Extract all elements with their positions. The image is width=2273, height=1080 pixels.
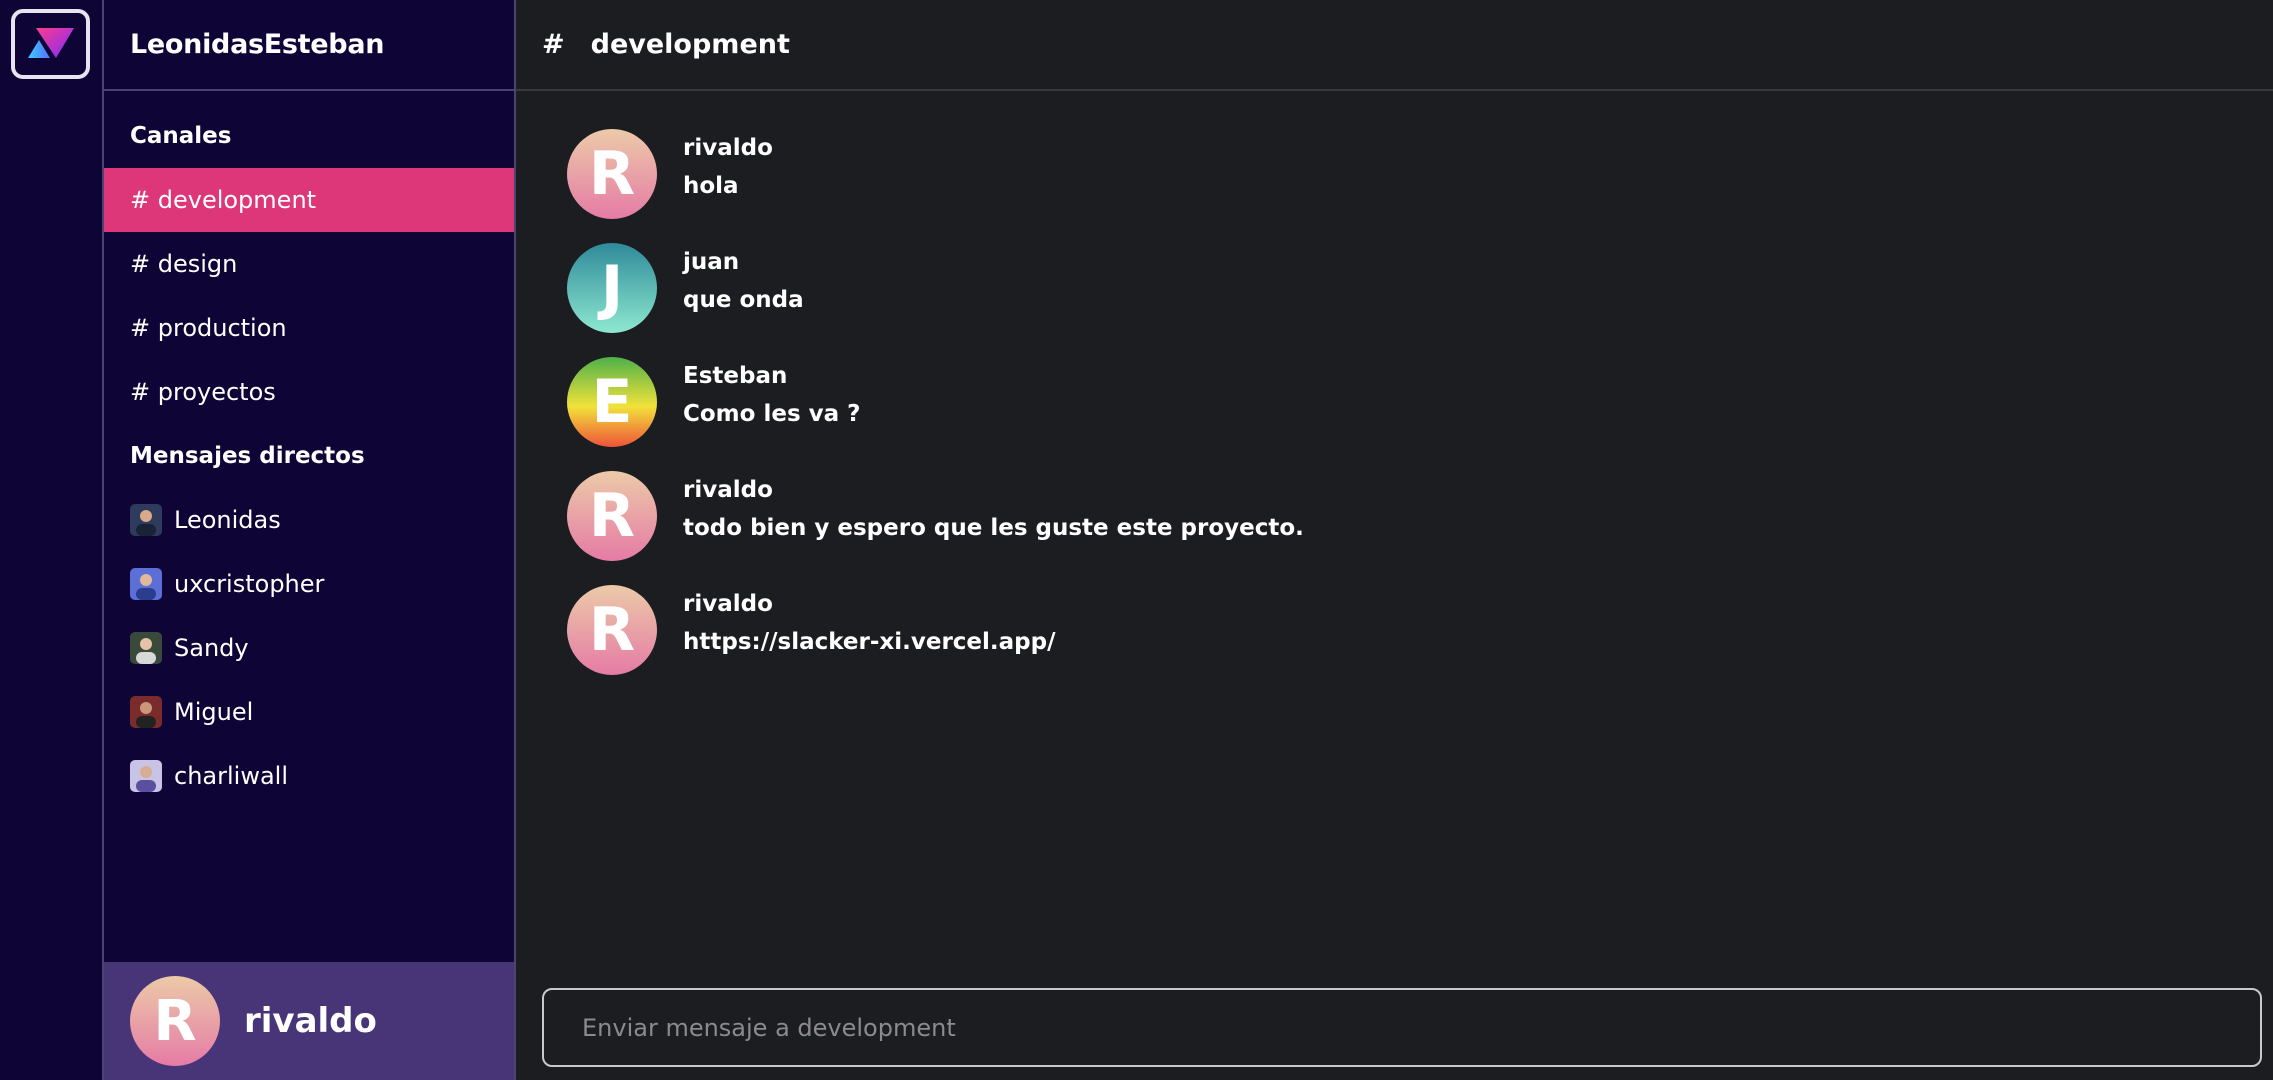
channels-section-title: Canales (130, 123, 232, 149)
message-list: R rivaldo hola J juan que onda E Esteban… (516, 91, 2273, 699)
message-composer (542, 988, 2262, 1067)
avatar: R (567, 471, 657, 561)
dm-item-sandy[interactable]: Sandy (104, 616, 514, 680)
dm-item-leonidas[interactable]: Leonidas (104, 488, 514, 552)
message-item: R rivaldo https://slacker-xi.vercel.app/ (567, 585, 2273, 699)
avatar (130, 632, 162, 664)
dm-label: Sandy (174, 634, 249, 662)
dm-label: charliwall (174, 762, 288, 790)
triangle-logo-icon (27, 28, 74, 58)
channel-item-development[interactable]: # development (104, 168, 514, 232)
message-item: R rivaldo todo bien y espero que les gus… (567, 471, 2273, 585)
sidebar-header: LeonidasEsteban (104, 0, 514, 91)
dm-label: Leonidas (174, 506, 281, 534)
message-author: rivaldo (683, 591, 773, 617)
avatar: R (567, 129, 657, 219)
message-link[interactable]: https://slacker-xi.vercel.app/ (683, 627, 1056, 657)
app-window: LeonidasEsteban Canales # development # … (0, 0, 2273, 1080)
avatar (130, 504, 162, 536)
dm-label: uxcristopher (174, 570, 325, 598)
message-item: E Esteban Como les va ? (567, 357, 2273, 471)
avatar (130, 696, 162, 728)
channel-title: development (590, 29, 790, 60)
message-text: hola (683, 173, 739, 199)
message-author: juan (683, 249, 740, 275)
message-body: rivaldo hola (683, 129, 773, 243)
workspace-logo-button[interactable] (11, 9, 90, 79)
avatar: J (567, 243, 657, 333)
workspace-rail (0, 0, 104, 1080)
message-author: Esteban (683, 363, 788, 389)
message-text: todo bien y espero que les guste este pr… (683, 515, 1304, 541)
avatar: R (567, 585, 657, 675)
message-input[interactable] (544, 990, 2260, 1065)
avatar (130, 760, 162, 792)
hash-icon: # (542, 29, 565, 60)
channel-header: # development (516, 0, 2273, 91)
chat-panel: # development R rivaldo hola J juan que … (516, 0, 2273, 1080)
message-text: que onda (683, 287, 804, 313)
message-item: R rivaldo hola (567, 129, 2273, 243)
message-body: Esteban Como les va ? (683, 357, 861, 471)
message-body: juan que onda (683, 243, 804, 357)
channel-item-design[interactable]: # design (104, 232, 514, 296)
channel-item-proyectos[interactable]: # proyectos (104, 360, 514, 424)
sidebar: LeonidasEsteban Canales # development # … (104, 0, 516, 1080)
team-name: LeonidasEsteban (130, 29, 385, 60)
message-author: rivaldo (683, 135, 773, 161)
message-author: rivaldo (683, 477, 773, 503)
channel-item-production[interactable]: # production (104, 296, 514, 360)
current-user-name: rivaldo (244, 1001, 377, 1041)
avatar (130, 568, 162, 600)
avatar: E (567, 357, 657, 447)
dm-item-charliwall[interactable]: charliwall (104, 744, 514, 808)
avatar: R (130, 976, 220, 1066)
message-body: rivaldo todo bien y espero que les guste… (683, 471, 1304, 585)
message-item: J juan que onda (567, 243, 2273, 357)
direct-messages-section-title: Mensajes directos (130, 443, 365, 469)
message-body: rivaldo https://slacker-xi.vercel.app/ (683, 585, 1056, 699)
dm-label: Miguel (174, 698, 254, 726)
dm-item-uxcristopher[interactable]: uxcristopher (104, 552, 514, 616)
message-text: Como les va ? (683, 401, 861, 427)
dm-item-miguel[interactable]: Miguel (104, 680, 514, 744)
current-user-bar[interactable]: R rivaldo (104, 962, 514, 1080)
